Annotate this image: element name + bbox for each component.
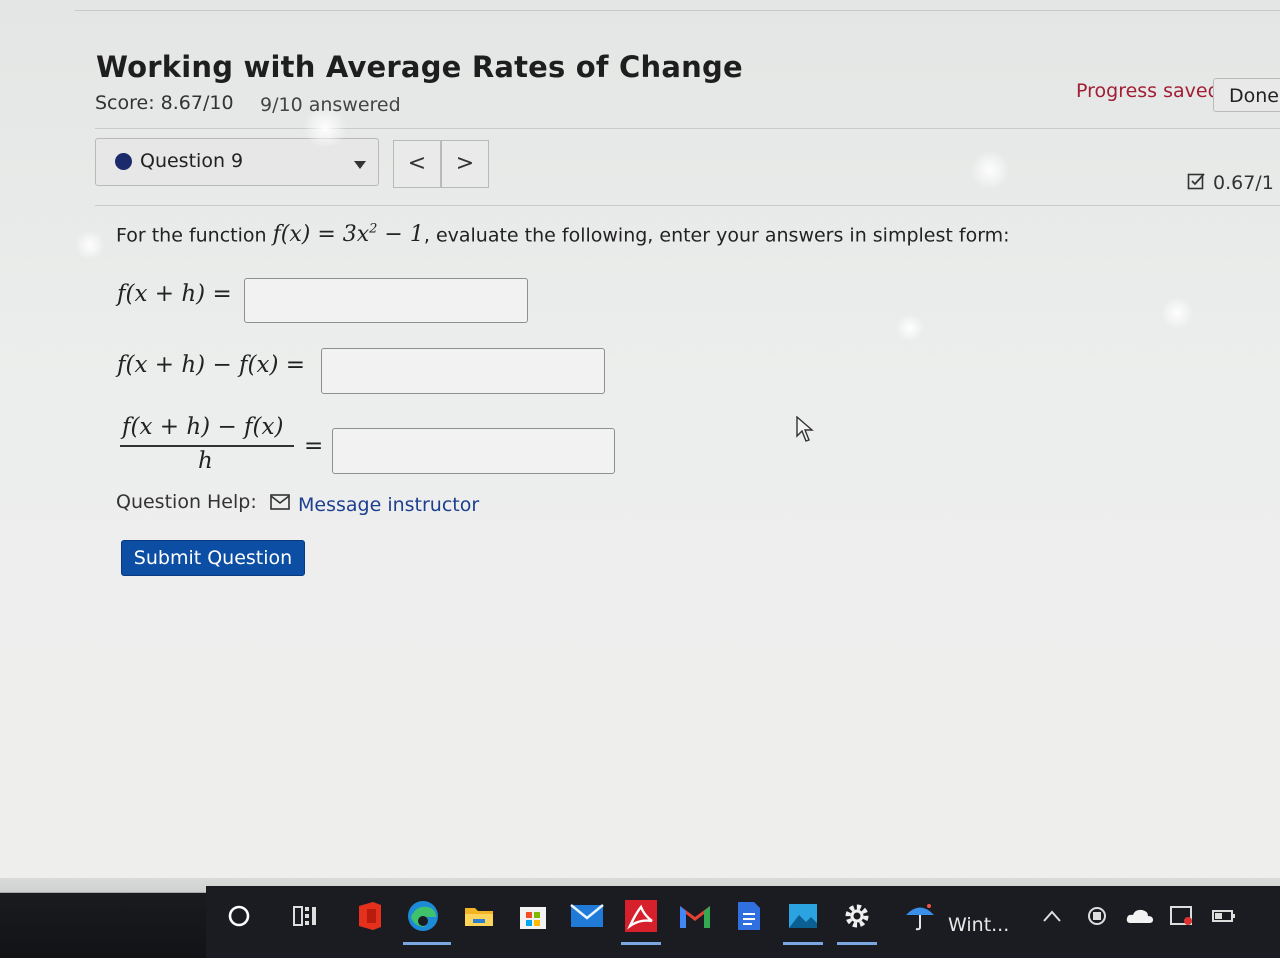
mail-icon[interactable] [270,494,290,510]
cortana-icon[interactable] [221,898,257,934]
edge-icon[interactable] [405,898,441,934]
checkbox-score-icon [1187,173,1205,190]
question-status-dot [115,153,132,170]
onedrive-icon[interactable] [1122,898,1158,934]
question-help-label: Question Help: [116,491,257,513]
gmail-icon[interactable] [677,898,713,934]
teams-icon[interactable] [1079,898,1115,934]
office-icon[interactable] [352,898,388,934]
page-title: Working with Average Rates of Change [96,50,743,84]
submit-question-button[interactable]: Submit Question [121,540,305,576]
caret-down-icon [354,161,366,169]
glare [300,110,350,146]
message-instructor-link[interactable]: Message instructor [298,494,479,516]
weather-icon[interactable] [902,898,938,934]
screen-icon[interactable] [1164,898,1200,934]
prompt-instruction: , evaluate the following, enter your ans… [423,224,1010,247]
function-expression: f(x) = 3x2 − 1 [273,222,424,247]
app-indicator [783,942,823,945]
part1-label: f(x + h) = [117,281,232,307]
battery-icon[interactable] [1206,898,1242,934]
question-score: 0.67/1 [1213,172,1274,194]
top-divider [75,10,1280,11]
fraction-bar [120,445,294,447]
prompt-intro: For the function [116,224,267,247]
mail-app-icon[interactable] [569,898,605,934]
function-rhs: − 1 [377,222,424,248]
question-select-label: Question 9 [140,150,244,172]
part3-numerator: f(x + h) − f(x) [122,414,284,440]
settings-icon[interactable] [839,898,875,934]
part3-denominator: h [198,448,213,474]
prev-question-button[interactable]: < [393,140,441,188]
answer-input-1[interactable] [244,278,528,323]
app-indicator [621,942,661,945]
docs-icon[interactable] [731,898,767,934]
score-text: Score: 8.67/10 [95,92,234,114]
file-explorer-icon[interactable] [461,898,497,934]
header-divider [95,128,1280,129]
weather-text[interactable]: Wint... [948,914,1009,936]
answer-input-3[interactable] [332,428,615,474]
active-app-indicator [403,942,451,945]
part3-equals: = [304,433,324,459]
app-indicator [837,942,877,945]
photos-icon[interactable] [785,898,821,934]
store-icon[interactable] [515,898,551,934]
answer-input-2[interactable] [321,348,605,394]
question-prompt: For the function f(x) = 3x2 − 1, evaluat… [116,222,1010,247]
glare [1160,298,1194,328]
question-divider [95,205,1280,206]
glare [895,315,925,341]
chevron-up-icon[interactable] [1034,898,1070,934]
part2-label: f(x + h) − f(x) = [117,352,306,378]
glare [970,150,1010,190]
acrobat-icon[interactable] [623,898,659,934]
task-view-icon[interactable] [287,898,323,934]
mouse-cursor-icon [796,416,814,442]
glare [75,230,105,260]
done-button[interactable]: Done [1213,78,1280,112]
function-lhs: f(x) = 3x [272,222,370,248]
progress-status: Progress saved [1076,80,1220,102]
next-question-button[interactable]: > [441,140,489,188]
